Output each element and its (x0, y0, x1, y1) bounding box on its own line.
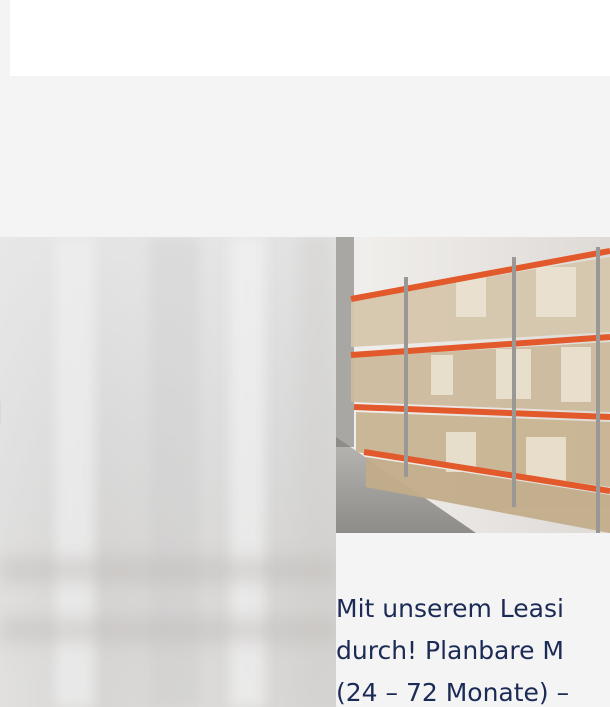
intro-line: durch! Planbare M (336, 636, 565, 665)
warehouse-shelves-illustration (336, 237, 610, 533)
intro-line: (24 – 72 Monate) – (336, 678, 570, 707)
warehouse-photo (336, 237, 610, 533)
intro-line: Mit unserem Leasi (336, 594, 564, 623)
hero-text-fragment: . (0, 640, 2, 666)
hero-heading: tzen (0, 368, 7, 436)
page: tzen . (0, 0, 610, 707)
hero-blur-band (0, 557, 336, 583)
hero-background (0, 237, 336, 707)
intro-paragraph: Mit unserem Leasi durch! Planbare M (24 … (336, 588, 610, 707)
header-card (10, 0, 610, 76)
hero-blur-band (0, 617, 336, 643)
